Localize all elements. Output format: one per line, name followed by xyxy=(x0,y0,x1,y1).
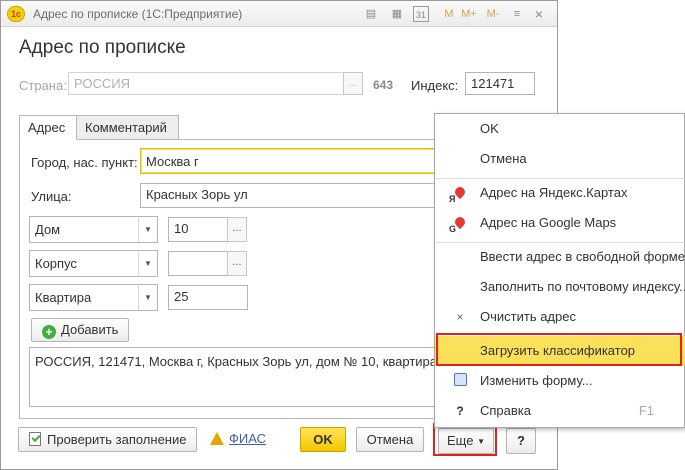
country-field[interactable]: РОССИЯ xyxy=(68,72,344,95)
building-type-dropdown-icon[interactable]: ▼ xyxy=(138,250,158,277)
street-label: Улица: xyxy=(31,189,72,204)
house-type-select[interactable]: Дом xyxy=(29,216,139,243)
flat-type-dropdown-icon[interactable]: ▼ xyxy=(138,284,158,311)
country-label: Страна: xyxy=(19,78,67,93)
menu-item-label: OK xyxy=(480,121,499,136)
house-type-dropdown-icon[interactable]: ▼ xyxy=(138,216,158,243)
change-form-icon xyxy=(452,373,468,389)
memory-m-icon[interactable]: M xyxy=(441,6,457,22)
window-title: Адрес по прописке (1С:Предприятие) xyxy=(33,7,243,21)
help-button[interactable]: ? xyxy=(506,428,536,454)
close-icon[interactable]: × xyxy=(531,6,547,22)
1c-logo-icon: 1с xyxy=(7,6,25,22)
memory-m-minus-icon[interactable]: M- xyxy=(485,6,501,22)
yandex-pin-icon: Я xyxy=(449,184,468,204)
menu-item-fill-by-index[interactable]: Заполнить по почтовому индексу... xyxy=(435,272,685,302)
city-label: Город, нас. пункт: xyxy=(31,155,138,170)
tab-address[interactable]: Адрес xyxy=(19,115,77,140)
menu-item-label: Ввести адрес в свободной форме xyxy=(480,249,685,264)
index-label: Индекс: xyxy=(411,78,459,93)
building-type-select[interactable]: Корпус xyxy=(29,250,139,277)
menu-item-clear-address[interactable]: × Очистить адрес xyxy=(435,302,685,332)
check-fill-label: Проверить заполнение xyxy=(47,432,187,447)
menu-item-label: Адрес на Яндекс.Картах xyxy=(480,185,628,200)
menu-item-label: Справка xyxy=(480,403,531,418)
check-fill-button[interactable]: Проверить заполнение xyxy=(18,427,198,452)
menu-item-google-maps[interactable]: G Адрес на Google Maps xyxy=(435,208,685,238)
warning-icon xyxy=(210,432,224,445)
cancel-button[interactable]: Отмена xyxy=(356,427,424,452)
plus-icon: + xyxy=(42,325,56,339)
fias-link[interactable]: ФИАС xyxy=(229,431,266,446)
menu-item-label: Отмена xyxy=(480,151,527,166)
tab-comment[interactable]: Комментарий xyxy=(76,115,179,140)
menu-item-label: Очистить адрес xyxy=(480,309,576,324)
house-select-button[interactable]: ... xyxy=(227,217,247,242)
calculator-icon[interactable]: ▦ xyxy=(389,6,405,22)
menu-item-yandex-maps[interactable]: Я Адрес на Яндекс.Картах xyxy=(435,178,685,208)
index-field[interactable]: 121471 xyxy=(465,72,535,95)
clear-x-icon: × xyxy=(456,310,464,324)
menu-item-free-form[interactable]: Ввести адрес в свободной форме xyxy=(435,242,685,272)
more-menu: OK Отмена Я Адрес на Яндекс.Картах G Адр… xyxy=(434,113,685,428)
menu-item-ok[interactable]: OK xyxy=(435,114,685,144)
google-pin-icon: G xyxy=(449,214,468,234)
document-icon[interactable]: ▤ xyxy=(363,6,379,22)
checklist-icon xyxy=(29,432,41,446)
house-number-field[interactable]: 10 xyxy=(168,217,228,242)
country-select-button[interactable]: ... xyxy=(343,72,363,95)
add-button[interactable]: + Добавить xyxy=(31,318,130,342)
building-number-field[interactable] xyxy=(168,251,228,276)
title-bar: 1с Адрес по прописке (1С:Предприятие) ▤ … xyxy=(1,1,557,27)
shortcut-label: F1 xyxy=(638,403,654,418)
menu-item-cancel[interactable]: Отмена xyxy=(435,144,685,174)
menu-item-help[interactable]: ? Справка F1 xyxy=(435,396,685,426)
street-field[interactable]: Красных Зорь ул xyxy=(140,183,440,208)
flat-type-select[interactable]: Квартира xyxy=(29,284,139,311)
city-field[interactable]: Москва г xyxy=(140,148,440,174)
help-icon: ? xyxy=(456,404,464,418)
memory-m-plus-icon[interactable]: M+ xyxy=(461,6,477,22)
menu-item-label: Заполнить по почтовому индексу... xyxy=(480,279,685,294)
flat-number-field[interactable]: 25 xyxy=(168,285,248,310)
calendar-icon[interactable]: 31 xyxy=(413,6,429,22)
country-code: 643 xyxy=(373,78,394,92)
building-select-button[interactable]: ... xyxy=(227,251,247,276)
menu-item-label: Адрес на Google Maps xyxy=(480,215,617,230)
ok-button[interactable]: OK xyxy=(300,427,346,452)
add-button-label: Добавить xyxy=(61,322,119,337)
page-title: Адрес по прописке xyxy=(19,37,186,58)
menu-icon[interactable]: ≡ xyxy=(509,6,525,22)
load-classifier-highlight xyxy=(436,333,682,366)
full-address-text[interactable]: РОССИЯ, 121471, Москва г, Красных Зорь у… xyxy=(29,347,443,407)
menu-item-label: Изменить форму... xyxy=(480,373,593,388)
menu-item-change-form[interactable]: Изменить форму... xyxy=(435,366,685,396)
